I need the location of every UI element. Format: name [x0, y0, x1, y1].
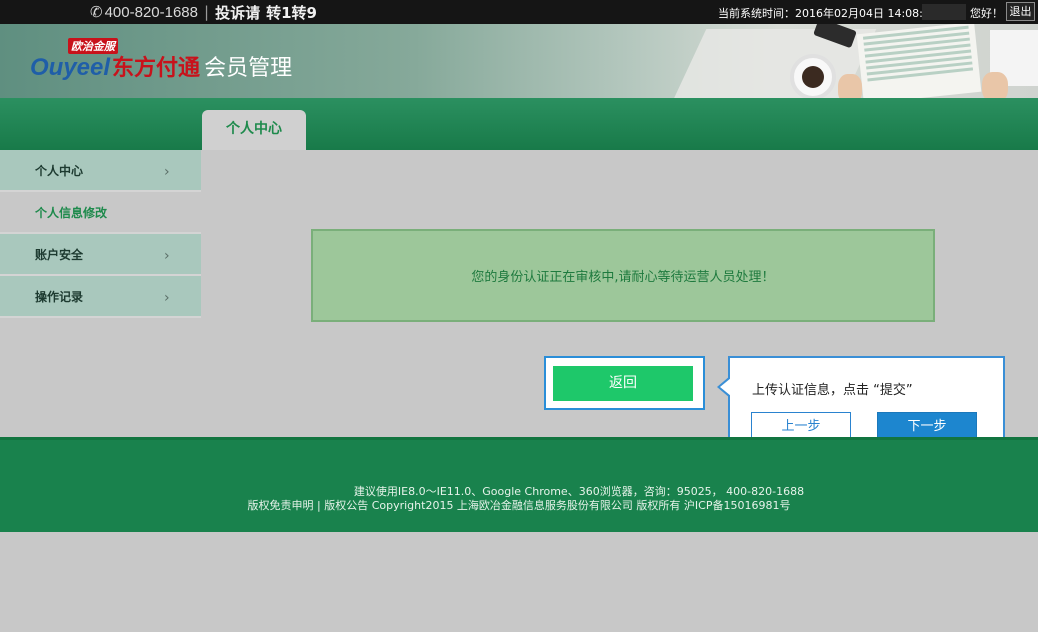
logo-brand-cn: 东方付通 — [112, 56, 201, 81]
sidebar-item-label: 个人中心 — [35, 163, 84, 178]
sidebar-item-label: 账户安全 — [35, 247, 84, 262]
hotline-separator: | — [204, 3, 210, 21]
chevron-right-icon: › — [164, 248, 170, 264]
logo[interactable]: 欧治金服 Ouyeel 东方付通 会员管理 — [30, 38, 293, 82]
sidebar: 个人中心 › 个人信息修改 账户安全 › 操作记录 › — [0, 150, 201, 318]
banner-hand-image — [838, 74, 862, 98]
greeting: 您好！ — [970, 7, 1003, 20]
hotline-number: 400-820-1688 — [104, 3, 198, 21]
verification-notice: 您的身份认证正在审核中,请耐心等待运营人员处理！ — [311, 229, 935, 322]
banner-hand-image — [982, 72, 1008, 98]
sidebar-item-profile-edit[interactable]: 个人信息修改 — [0, 192, 201, 234]
footer: 建议使用IE8.0～IE11.0、Google Chrome、360浏览器，咨询… — [0, 437, 1038, 532]
logo-brand-en: Ouyeel — [30, 54, 111, 81]
tab-personal-center[interactable]: 个人中心 — [202, 110, 306, 150]
masked-username — [922, 4, 966, 20]
sidebar-item-label: 操作记录 — [35, 289, 84, 304]
logout-button[interactable]: 退出 — [1006, 2, 1035, 21]
system-time: 当前系统时间：2016年02月04日 14:08:17 — [718, 7, 937, 20]
main-nav: 个人中心 — [0, 98, 1038, 150]
hotline: ✆ 400-820-1688 | 投诉请 转1转9 — [90, 1, 317, 23]
banner-coffee-cup-image — [790, 54, 836, 98]
logo-badge: 欧治金服 — [68, 38, 118, 54]
footer-copyright: 版权免责申明 | 版权公告 Copyright2015 上海欧冶金融信息服务股份… — [247, 499, 791, 512]
sidebar-item-operation-log[interactable]: 操作记录 › — [0, 276, 201, 318]
header-banner: 欧治金服 Ouyeel 东方付通 会员管理 — [0, 24, 1038, 98]
sidebar-item-account-security[interactable]: 账户安全 › — [0, 234, 201, 276]
banner-document-image — [856, 24, 982, 98]
chevron-right-icon: › — [164, 164, 170, 180]
page-title: 会员管理 — [204, 56, 293, 81]
notice-text: 您的身份认证正在审核中,请耐心等待运营人员处理！ — [471, 270, 775, 285]
tooltip-text: 上传认证信息，点击 “提交” — [752, 383, 913, 398]
complaint-extension: 转1转9 — [266, 3, 317, 22]
phone-icon: ✆ — [90, 3, 103, 21]
top-bar: ✆ 400-820-1688 | 投诉请 转1转9 当前系统时间：2016年02… — [0, 0, 1038, 24]
sidebar-item-label: 个人信息修改 — [35, 205, 108, 220]
return-button[interactable]: 返回 — [553, 366, 693, 401]
sidebar-item-personal-center[interactable]: 个人中心 › — [0, 150, 201, 192]
chevron-right-icon: › — [164, 290, 170, 306]
complaint-label: 投诉请 — [215, 3, 261, 22]
